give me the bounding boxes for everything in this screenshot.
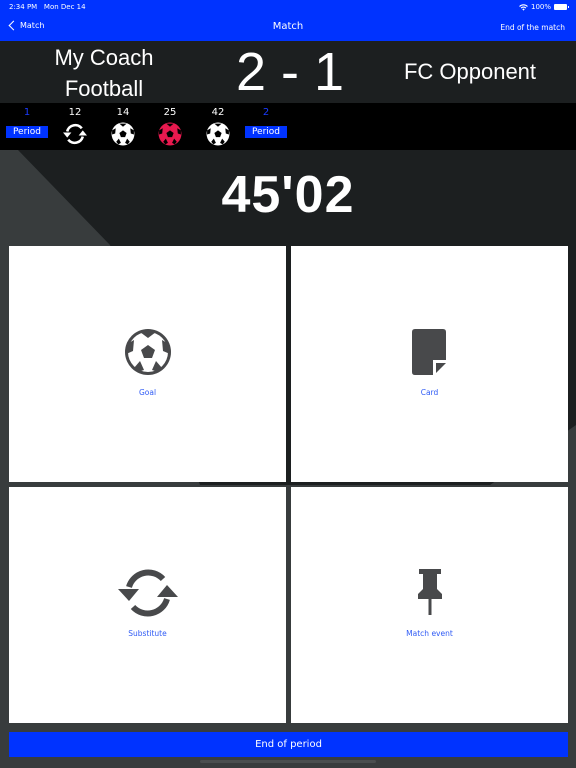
card-label: Card (420, 388, 439, 397)
scoreboard: My Coach Football 2 - 1 FC Opponent (0, 41, 576, 103)
soccer-ball-icon (206, 122, 230, 146)
goal-label: Goal (138, 388, 157, 397)
timeline-minute: 1 (23, 107, 31, 118)
timeline-item-period-second[interactable]: 2 Period (244, 106, 288, 138)
match-timer: 45'02 (221, 166, 355, 224)
status-indicators: 100% (519, 3, 569, 11)
score: 2 - 1 (235, 42, 345, 102)
battery-icon (554, 4, 569, 10)
timeline-item-substitute[interactable]: 12 (53, 106, 97, 151)
card-icon (411, 329, 446, 375)
wifi-icon (519, 3, 528, 11)
soccer-ball-icon (158, 122, 182, 146)
pushpin-icon (417, 569, 442, 615)
timeline-minute: 12 (68, 107, 82, 118)
timeline-minute: 25 (163, 107, 177, 118)
battery-percent: 100% (530, 3, 551, 11)
end-period-button[interactable]: End of period (9, 732, 568, 757)
substitute-button[interactable]: Substitute (9, 487, 286, 723)
card-button[interactable]: Card (291, 246, 568, 482)
timeline-item-goal[interactable]: 14 (101, 106, 145, 151)
timeline-item-period-start[interactable]: 1 Period (5, 106, 49, 138)
status-time: 2:34 PM Mon Dec 14 (9, 3, 86, 11)
timeline-minute: 14 (116, 107, 130, 118)
substitute-icon (63, 123, 87, 145)
end-match-button[interactable]: End of the match (500, 23, 565, 32)
match-event-label: Match event (406, 629, 453, 638)
navigation-bar: 2:34 PM Mon Dec 14 100% Match Match End … (0, 0, 576, 41)
away-team-name: FC Opponent (403, 59, 537, 84)
home-indicator[interactable] (200, 760, 376, 763)
timeline-item-goal[interactable]: 42 (196, 106, 240, 151)
soccer-ball-icon (111, 122, 135, 146)
timeline-item-opponent-goal[interactable]: 25 (148, 106, 192, 151)
substitute-label: Substitute (128, 629, 167, 638)
goal-button[interactable]: Goal (9, 246, 286, 482)
home-team-name: My Coach Football (54, 45, 154, 101)
period-badge: Period (245, 126, 287, 138)
soccer-ball-icon (124, 329, 171, 375)
period-badge: Period (6, 126, 48, 138)
page-title: Match (272, 21, 304, 32)
event-timeline: 1 Period 12 14 25 42 2 Period (0, 103, 576, 150)
substitute-icon (117, 569, 178, 617)
timeline-minute: 42 (211, 107, 225, 118)
match-event-button[interactable]: Match event (291, 487, 568, 723)
timeline-minute: 2 (262, 107, 270, 118)
